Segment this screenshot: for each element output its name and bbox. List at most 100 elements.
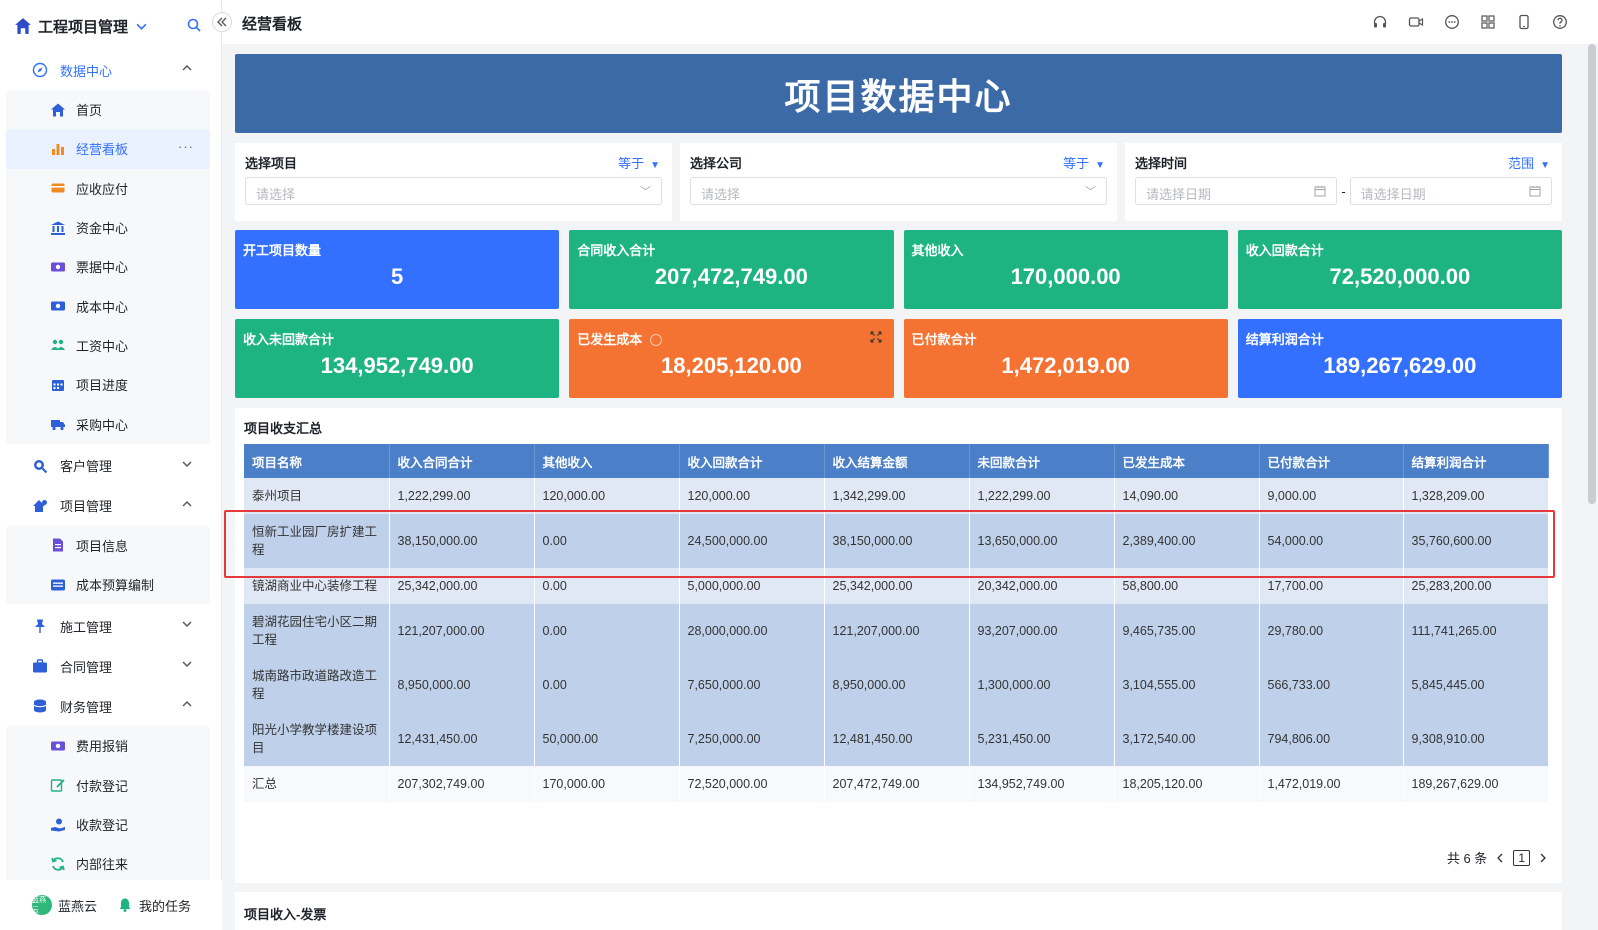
apps-grid-icon[interactable] — [1480, 14, 1496, 30]
stat-value: 18,205,120.00 — [661, 353, 802, 378]
page-number[interactable]: 1 — [1513, 849, 1530, 866]
menu-group-label: 客户管理 — [60, 459, 113, 475]
table-cell: 0.00 — [534, 604, 680, 658]
table-body: 泰州项目 1,222,299.00 120,000.00 120,000.00 1,34… — [244, 478, 1549, 802]
stat-card: 合同收入合计 207,472,749.00 — [569, 230, 894, 309]
mobile-icon[interactable] — [1516, 14, 1532, 30]
user-name: 蓝燕云 — [58, 898, 98, 914]
sidebar-item-funds[interactable]: 资金中心 — [6, 208, 210, 247]
video-icon[interactable] — [1408, 14, 1424, 30]
sidebar-item-cost[interactable]: 成本中心 — [6, 286, 210, 325]
project-select[interactable]: 请选择 ﹀ — [245, 177, 662, 205]
money-icon — [50, 738, 66, 754]
table-cell: 3,172,540.00 — [1114, 712, 1260, 766]
table-cell: 1,328,209.00 — [1403, 478, 1549, 514]
stat-label: 开工项目数量 — [243, 243, 322, 258]
table-row[interactable]: 泰州项目 1,222,299.00 120,000.00 120,000.00 1,34… — [244, 478, 1549, 514]
sidebar-item-expense[interactable]: 费用报销 — [6, 726, 210, 765]
end-date-input[interactable]: 请选择日期 — [1349, 177, 1552, 205]
menu-group-label: 项目管理 — [60, 499, 113, 515]
stat-value: 189,267,629.00 — [1323, 353, 1477, 378]
stat-card: 已发生成本 18,205,120.00 — [569, 319, 894, 398]
table-row[interactable]: 城南路市政道路改造工程 8,950,000.00 0.00 7,650,000.00 8… — [244, 658, 1549, 712]
filter-operator[interactable]: 范围 ▼ — [1508, 153, 1550, 172]
help-icon[interactable] — [1552, 14, 1568, 30]
user-profile[interactable]: 蓝燕云 蓝燕云 — [32, 895, 97, 915]
total-count: 共 6 条 — [1446, 851, 1488, 866]
menu-group-finance[interactable]: 财务管理 — [0, 686, 222, 726]
chevron-right-icon[interactable] — [1538, 853, 1548, 863]
table-cell: 566,733.00 — [1259, 658, 1404, 712]
table-cell: 7,650,000.00 — [679, 658, 825, 712]
sidebar-item-project-info[interactable]: 项目信息 — [6, 526, 210, 565]
table-row[interactable]: 镜湖商业中心装修工程 25,342,000.00 0.00 5,000,000.00 2… — [244, 568, 1549, 604]
truck-icon — [50, 416, 66, 432]
menu-group-data-center[interactable]: 数据中心 — [0, 50, 222, 90]
fullscreen-icon[interactable] — [869, 331, 882, 343]
table-cell: 12,431,450.00 — [389, 712, 535, 766]
my-tasks[interactable]: 我的任务 — [117, 896, 191, 915]
card-icon — [50, 180, 66, 196]
sidebar-item-label: 项目信息 — [76, 538, 129, 554]
sidebar-item-bills[interactable]: 票据中心 — [6, 247, 210, 286]
table-row[interactable]: 碧湖花园住宅小区二期工程 121,207,000.00 0.00 28,000,000… — [244, 604, 1549, 658]
more-icon[interactable]: ··· — [178, 139, 194, 154]
table-cell: 25,342,000.00 — [824, 568, 970, 604]
chevron-up-icon — [182, 65, 192, 71]
table-cell: 134,952,749.00 — [969, 766, 1115, 802]
edit-icon — [50, 777, 66, 793]
scrollbar[interactable] — [1588, 44, 1596, 504]
table-row[interactable]: 恒新工业园厂房扩建工程 38,150,000.00 0.00 24,500,000.0… — [244, 514, 1549, 568]
sidebar-item-budget[interactable]: 成本预算编制 — [6, 565, 210, 604]
panel-title: 项目收支汇总 — [244, 421, 323, 436]
sidebar-item-internal[interactable]: 内部往来 — [6, 844, 210, 883]
collapse-sidebar-button[interactable] — [212, 12, 232, 32]
table-row[interactable]: 阳光小学教学楼建设项目 12,431,450.00 50,000.00 7,250,0… — [244, 712, 1549, 766]
ticket-icon — [50, 259, 66, 275]
headset-icon[interactable] — [1372, 14, 1388, 30]
table-cell: 5,845,445.00 — [1403, 658, 1549, 712]
select-placeholder: 请选择 — [256, 187, 296, 202]
menu-group-construction[interactable]: 施工管理 — [0, 606, 222, 646]
banner-title: 项目数据中心 — [235, 54, 1562, 133]
search-icon[interactable] — [186, 17, 202, 33]
submenu-data-center: 首页 经营看板 ··· 应收应付 资金中心 票据中心 成本中心 工资中心 项目进… — [6, 90, 210, 444]
menu-group-project[interactable]: 项目管理 — [0, 486, 222, 526]
table-cell: 泰州项目 — [244, 478, 390, 514]
chevron-left-icon[interactable] — [1495, 853, 1505, 863]
submenu-project: 项目信息 成本预算编制 — [6, 525, 210, 605]
sidebar-item-progress[interactable]: 项目进度 — [6, 365, 210, 404]
help-circle-icon[interactable] — [650, 334, 663, 346]
table-cell: 35,760,600.00 — [1403, 514, 1549, 568]
filter-label: 选择公司 — [690, 156, 743, 171]
sidebar-item-payment[interactable]: 付款登记 — [6, 766, 210, 805]
sidebar-item-dashboard[interactable]: 经营看板 ··· — [6, 129, 210, 169]
table-cell: 50,000.00 — [534, 712, 680, 766]
date-separator: - — [1341, 183, 1346, 199]
table-cell: 镜湖商业中心装修工程 — [244, 568, 390, 604]
table-summary-row[interactable]: 汇总 207,302,749.00 170,000.00 72,520,000.00 2… — [244, 766, 1549, 802]
table-cell: 3,104,555.00 — [1114, 658, 1260, 712]
stat-card: 其他收入 170,000.00 — [903, 230, 1228, 309]
filter-operator[interactable]: 等于 ▼ — [1063, 153, 1105, 172]
table-cell: 5,231,450.00 — [969, 712, 1115, 766]
column-header: 收入回款合计 — [679, 444, 825, 478]
stat-label: 收入回款合计 — [1245, 243, 1324, 258]
start-date-input[interactable]: 请选择日期 — [1135, 177, 1338, 205]
hand-coin-icon — [50, 817, 66, 833]
sidebar-item-home[interactable]: 首页 — [6, 90, 210, 129]
sidebar-item-receipt[interactable]: 收款登记 — [6, 805, 210, 844]
sidebar-item-receivables[interactable]: 应收应付 — [6, 169, 210, 208]
tasks-label: 我的任务 — [139, 898, 192, 914]
brand[interactable]: 工程项目管理 — [14, 14, 147, 38]
caret-down-icon: ▼ — [1540, 160, 1550, 171]
sidebar-item-purchase[interactable]: 采购中心 — [6, 404, 210, 443]
sidebar-item-salary[interactable]: 工资中心 — [6, 326, 210, 365]
menu-group-customer[interactable]: 客户管理 — [0, 446, 222, 486]
chat-icon[interactable] — [1444, 14, 1460, 30]
menu-group-contract[interactable]: 合同管理 — [0, 646, 222, 686]
company-select[interactable]: 请选择 ﹀ — [690, 177, 1107, 205]
sidebar-item-label: 成本预算编制 — [76, 578, 155, 594]
table-cell: 170,000.00 — [534, 766, 680, 802]
filter-operator[interactable]: 等于 ▼ — [618, 153, 660, 172]
